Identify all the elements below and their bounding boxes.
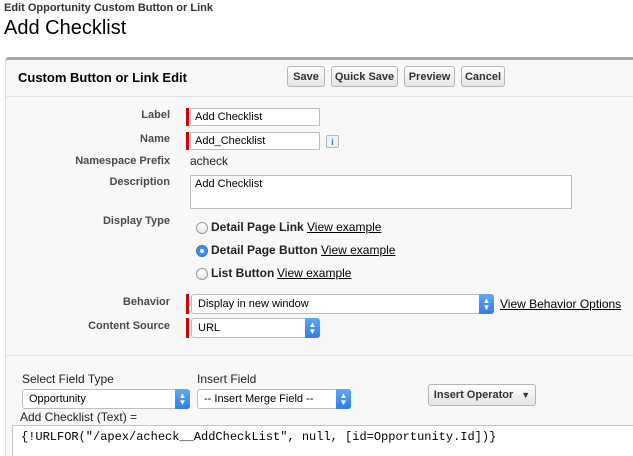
chevron-updown-icon[interactable]: ▲ ▼ <box>175 389 190 409</box>
radio-label-list-button: List Button <box>211 266 275 280</box>
chevron-down-icon: ▼ <box>521 390 531 400</box>
namespace-value: acheck <box>190 154 229 168</box>
insert-field-label: Insert Field <box>197 372 257 386</box>
header-divider <box>6 96 633 97</box>
field-type-select[interactable]: Opportunity <box>22 389 190 409</box>
panel-title: Custom Button or Link Edit <box>18 70 187 85</box>
behavior-select[interactable]: Display in new window <box>191 294 494 314</box>
view-example-link[interactable]: View example <box>277 266 351 280</box>
required-indicator <box>186 294 189 314</box>
radio-detail-page-link[interactable] <box>196 222 208 234</box>
insert-operator-button[interactable]: Insert Operator ▼ <box>428 384 536 406</box>
chevron-updown-icon[interactable]: ▲ ▼ <box>336 389 351 409</box>
cancel-button[interactable]: Cancel <box>461 66 505 87</box>
formula-code-editor[interactable]: {!URLFOR("/apex/acheck__AddCheckList", n… <box>12 425 633 456</box>
insert-operator-label: Insert Operator <box>433 389 514 401</box>
description-field-label: Description <box>109 176 170 188</box>
chevron-updown-icon[interactable]: ▲ ▼ <box>305 318 320 338</box>
radio-label-detail-page-button: Detail Page Button <box>211 243 318 257</box>
description-textarea[interactable]: Add Checklist <box>190 175 572 209</box>
behavior-label: Behavior <box>122 296 170 308</box>
page-title: Add Checklist <box>4 17 127 39</box>
name-input[interactable]: Add_Checklist <box>190 132 320 150</box>
content-source-select[interactable]: URL <box>191 318 320 338</box>
insert-field-select-value: -- Insert Merge Field -- <box>204 393 314 405</box>
content-source-select-value: URL <box>198 322 221 334</box>
behavior-select-value: Display in new window <box>198 298 309 310</box>
radio-list-button[interactable] <box>196 268 208 280</box>
required-indicator <box>186 108 189 126</box>
label-input[interactable]: Add Checklist <box>190 108 320 126</box>
quick-save-button[interactable]: Quick Save <box>331 66 398 87</box>
namespace-field-label: Namespace Prefix <box>75 155 170 167</box>
section-divider <box>6 355 633 356</box>
insert-field-select[interactable]: -- Insert Merge Field -- <box>197 389 351 409</box>
chevron-updown-icon[interactable]: ▲ ▼ <box>479 294 494 314</box>
view-behavior-options-link[interactable]: View Behavior Options <box>500 297 621 311</box>
field-type-select-value: Opportunity <box>29 393 86 405</box>
save-button[interactable]: Save <box>287 66 325 87</box>
formula-editor-label: Add Checklist (Text) = <box>20 410 138 424</box>
breadcrumb: Edit Opportunity Custom Button or Link <box>4 2 213 14</box>
label-field-label: Label <box>141 109 170 121</box>
info-icon[interactable]: i <box>326 135 339 148</box>
radio-label-detail-page-link: Detail Page Link <box>211 220 304 234</box>
display-type-label: Display Type <box>102 215 170 227</box>
content-source-label: Content Source <box>88 320 170 332</box>
radio-detail-page-button[interactable] <box>196 245 208 257</box>
required-indicator <box>186 318 189 338</box>
name-field-label: Name <box>140 133 170 145</box>
view-example-link[interactable]: View example <box>321 243 395 257</box>
preview-button[interactable]: Preview <box>404 66 455 87</box>
view-example-link[interactable]: View example <box>307 220 381 234</box>
required-indicator <box>186 132 189 150</box>
select-field-type-label: Select Field Type <box>22 372 114 386</box>
